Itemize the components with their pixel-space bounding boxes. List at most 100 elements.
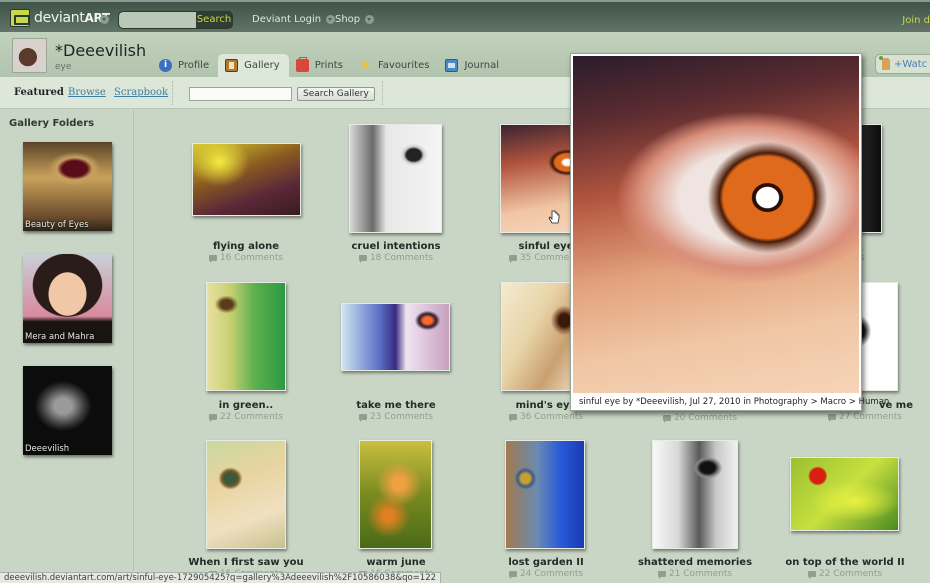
preview-image[interactable]: [573, 56, 859, 393]
thumb-on-top-of-the-world-ii[interactable]: [790, 457, 899, 531]
comment-icon: [358, 254, 367, 263]
item-title[interactable]: When I first saw you: [166, 557, 326, 568]
watch-person-icon: [879, 56, 890, 70]
thumb-sinful-eye[interactable]: [500, 124, 580, 233]
comment-icon: [657, 570, 666, 579]
item-comments[interactable]: 18 Comments: [316, 253, 476, 263]
comment-icon: [508, 413, 517, 422]
thumb-shattered-memories[interactable]: [652, 440, 738, 549]
tab-gallery[interactable]: Gallery: [218, 54, 289, 77]
item-comments[interactable]: 20 Comments: [620, 413, 780, 423]
deviant-login-link[interactable]: Deviant Login: [252, 14, 336, 25]
tab-label: Favourites: [377, 60, 430, 71]
folder-mera-and-mahra[interactable]: Mera and Mahra: [23, 254, 112, 343]
tab-label: Profile: [178, 60, 210, 71]
item-title[interactable]: on top of the world II: [765, 557, 925, 568]
gallery-item: in green.. 22 Comments: [166, 400, 326, 422]
tab-label: Prints: [314, 60, 343, 71]
folder-beauty-of-eyes[interactable]: Beauty of Eyes: [23, 142, 112, 231]
comment-icon: [827, 413, 836, 422]
item-comments[interactable]: 16 Comments: [166, 253, 326, 263]
folder-label: Beauty of Eyes: [25, 220, 89, 230]
item-title[interactable]: flying alone: [166, 241, 326, 252]
item-title[interactable]: lost garden II: [466, 557, 626, 568]
comment-icon: [208, 413, 217, 422]
logo-dropdown-icon[interactable]: [100, 15, 109, 24]
profile-tabs: i Profile Gallery Prints ★ Favourites Jo…: [152, 54, 508, 77]
watch-button[interactable]: +Watc: [875, 54, 930, 74]
item-comments[interactable]: 23 Comments: [316, 412, 476, 422]
comment-icon: [508, 254, 517, 263]
folder-label: Mera and Mahra: [25, 332, 95, 342]
hand-cursor-icon: [548, 210, 560, 224]
item-comments[interactable]: 22 Comments: [765, 569, 925, 579]
deviant-login-label: Deviant Login: [252, 14, 322, 25]
shop-label: Shop: [335, 14, 361, 25]
folder-label: Deeevilish: [25, 444, 70, 454]
username[interactable]: *Deeevilish: [55, 41, 146, 60]
comment-icon: [358, 413, 367, 422]
item-title[interactable]: warm june: [316, 557, 476, 568]
item-title[interactable]: cruel intentions: [316, 241, 476, 252]
thumb-flying-alone[interactable]: [192, 143, 301, 216]
item-comments[interactable]: 36 Comments: [466, 412, 626, 422]
site-search: Search: [118, 11, 233, 29]
thumb-when-i-first-saw-you[interactable]: [206, 440, 286, 549]
item-comments[interactable]: 24 Comments: [466, 569, 626, 579]
tab-profile[interactable]: i Profile: [152, 54, 218, 77]
chevron-down-icon: [365, 15, 375, 24]
scrapbook-link[interactable]: Scrapbook: [114, 87, 168, 98]
item-comments[interactable]: 27 Comments: [785, 412, 930, 422]
divider: [382, 81, 383, 105]
artwork-preview-popup[interactable]: sinful eye by *Deeevilish, Jul 27, 2010 …: [570, 53, 889, 411]
comment-icon: [208, 254, 217, 263]
divider: [172, 81, 173, 105]
folder-deeevilish[interactable]: Deeevilish: [23, 366, 112, 455]
site-search-input[interactable]: [119, 12, 196, 28]
site-search-button[interactable]: Search: [196, 12, 232, 28]
thumb-minds-eye[interactable]: [501, 282, 581, 391]
tab-favourites[interactable]: ★ Favourites: [352, 54, 439, 77]
gallery-search-input[interactable]: [189, 87, 292, 101]
comment-icon: [508, 570, 517, 579]
tab-journal[interactable]: Journal: [438, 54, 508, 77]
gallery-icon: [225, 59, 239, 72]
watch-label: +Watc: [894, 58, 928, 70]
gallery-item: shattered memories 21 Comments: [615, 557, 775, 579]
featured-link[interactable]: Featured: [14, 87, 64, 98]
item-comments[interactable]: 21 Comments: [615, 569, 775, 579]
tab-label: Journal: [464, 60, 500, 71]
info-icon: i: [159, 59, 172, 72]
top-navigation-bar: deviantART Search Deviant Login Shop Joi…: [0, 0, 930, 32]
item-title[interactable]: take me there: [316, 400, 476, 411]
tab-label: Gallery: [244, 60, 280, 71]
shop-link[interactable]: Shop: [335, 14, 375, 25]
gallery-item: cruel intentions 18 Comments: [316, 241, 476, 263]
gallery-item: on top of the world II 22 Comments: [765, 557, 925, 579]
comment-icon: [807, 570, 816, 579]
thumb-warm-june[interactable]: [359, 440, 432, 549]
thumb-cruel-intentions[interactable]: [349, 124, 442, 233]
browse-link[interactable]: Browse: [68, 87, 106, 98]
sidebar-title: Gallery Folders: [9, 118, 95, 129]
search-gallery-button[interactable]: Search Gallery: [297, 87, 375, 101]
thumb-in-green[interactable]: [206, 282, 286, 391]
thumb-take-me-there[interactable]: [341, 303, 450, 371]
star-icon: ★: [359, 57, 372, 73]
deviantart-logo[interactable]: deviantART: [10, 9, 110, 27]
tab-prints[interactable]: Prints: [289, 54, 352, 77]
gallery-item: take me there 23 Comments: [316, 400, 476, 422]
browser-status-bar: deeevilish.deviantart.com/art/sinful-eye…: [0, 572, 442, 583]
join-link[interactable]: Join d: [902, 15, 930, 26]
thumb-lost-garden-ii[interactable]: [505, 440, 585, 549]
item-title[interactable]: shattered memories: [615, 557, 775, 568]
journal-icon: [445, 59, 459, 72]
item-title[interactable]: in green..: [166, 400, 326, 411]
avatar[interactable]: [12, 38, 47, 73]
prints-icon: [295, 57, 309, 72]
item-comments[interactable]: 22 Comments: [166, 412, 326, 422]
deviantart-logo-icon: [10, 9, 30, 27]
gallery-folders-sidebar: Gallery Folders Beauty of Eyes Mera and …: [0, 110, 134, 570]
comment-icon: [662, 414, 671, 423]
chevron-down-icon: [326, 15, 336, 24]
